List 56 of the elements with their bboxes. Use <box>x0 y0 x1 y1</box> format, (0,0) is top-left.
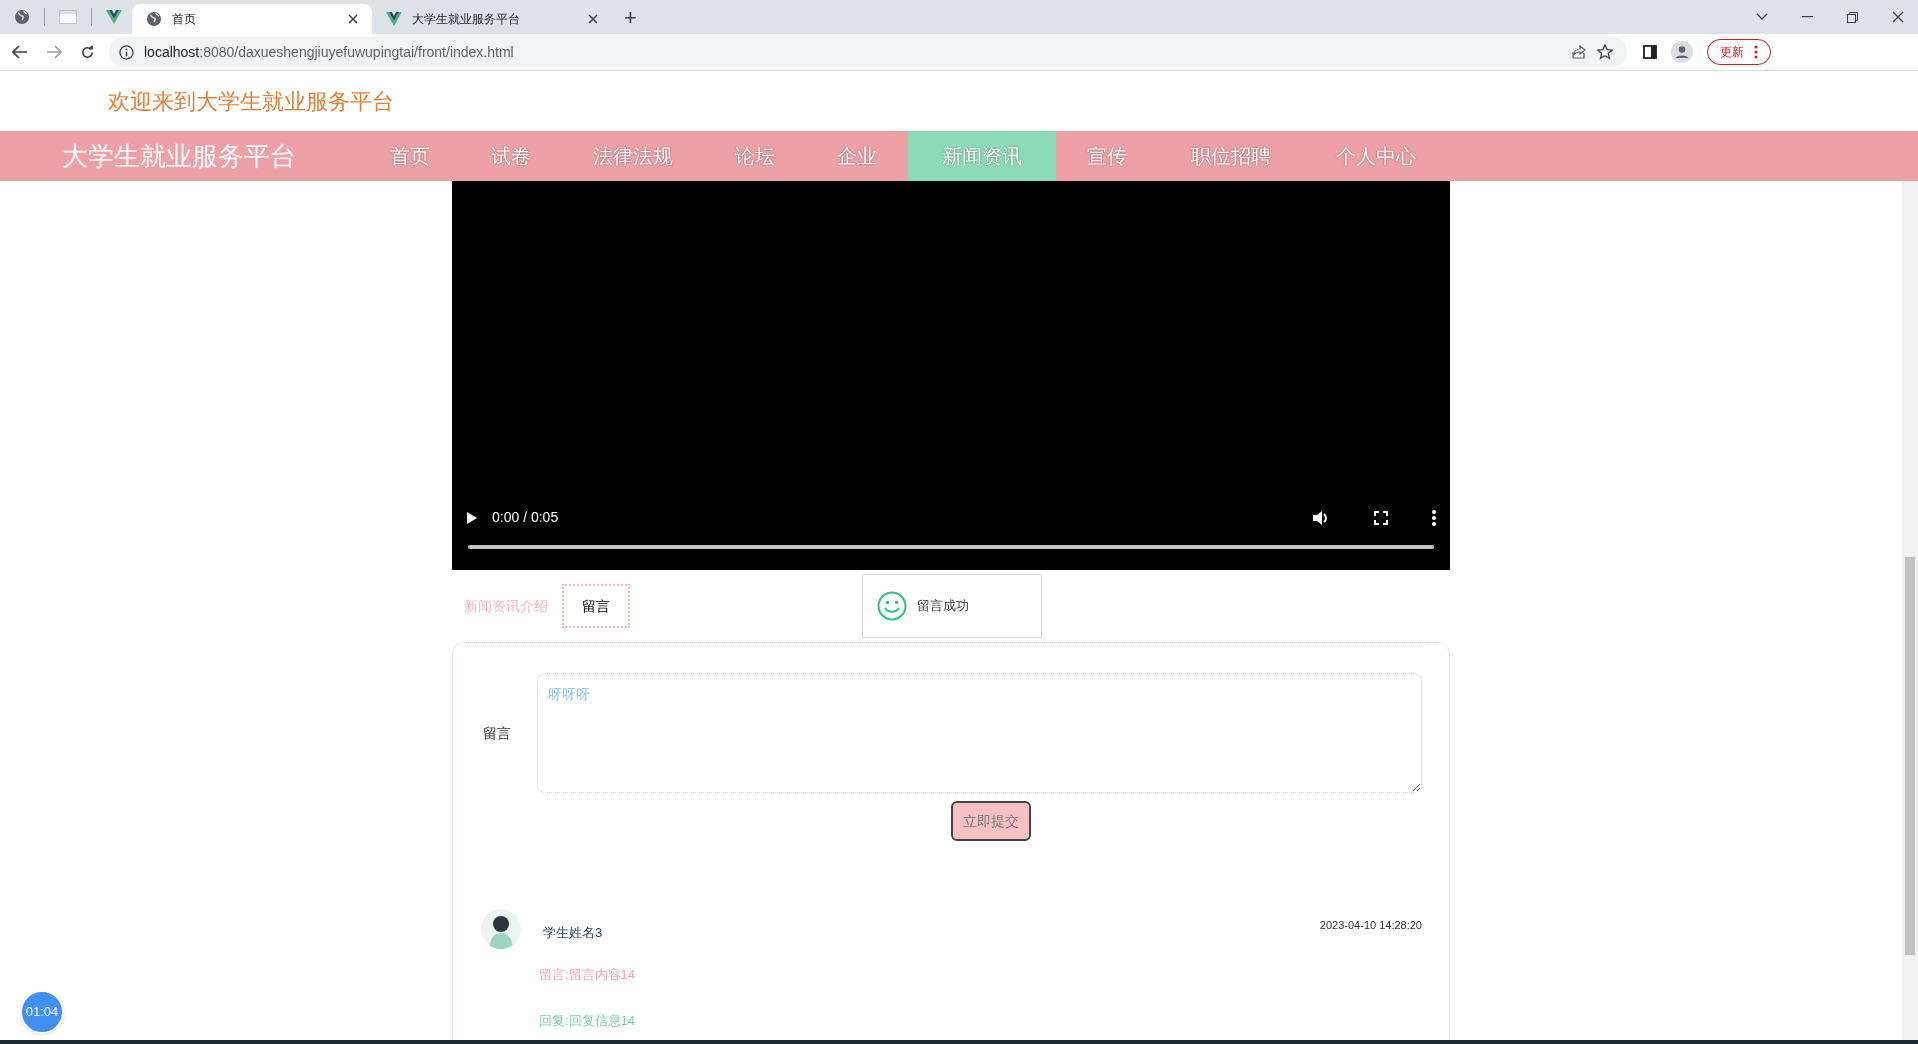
field-label: 留言 <box>483 723 512 743</box>
fullscreen-icon[interactable] <box>1374 510 1388 525</box>
timer-badge: 01:04 <box>20 990 64 1034</box>
more-icon <box>1754 45 1758 59</box>
toast-text: 留言成功 <box>917 597 969 616</box>
site-title: 大学生就业服务平台 <box>61 139 297 173</box>
nav-link[interactable]: 企业 <box>806 131 908 181</box>
video-time: 0:00 / 0:05 <box>492 508 560 527</box>
vue-logo-icon[interactable] <box>106 9 122 25</box>
welcome-text: 欢迎来到大学生就业服务平台 <box>108 87 394 116</box>
nav-link[interactable]: 首页 <box>360 131 460 181</box>
minimize-icon[interactable] <box>1802 16 1813 18</box>
comment-text: 留言:留言内容14 <box>539 966 637 984</box>
close-icon[interactable] <box>1892 11 1904 23</box>
profile-avatar-icon[interactable] <box>1671 41 1693 63</box>
nav-link[interactable]: 宣传 <box>1056 131 1158 181</box>
content-tab[interactable]: 新闻资讯介绍 <box>464 584 548 628</box>
more-options-icon[interactable] <box>1432 509 1436 526</box>
nav-link[interactable]: 法律法规 <box>562 131 704 181</box>
content-tab[interactable]: 留言 <box>562 584 630 628</box>
star-icon[interactable] <box>1597 44 1613 60</box>
url-text: localhost:8080/daxueshengjiuyefuwupingtai/front/index.html <box>144 42 515 62</box>
nav-link[interactable]: 个人中心 <box>1304 131 1448 181</box>
scrollbar-thumb[interactable] <box>1905 557 1915 955</box>
chevron-down-icon[interactable] <box>1756 13 1768 21</box>
globe-icon <box>146 11 162 27</box>
close-icon[interactable] <box>348 14 358 24</box>
tab-title: 大学生就业服务平台 <box>412 11 521 28</box>
new-tab-button[interactable]: + <box>612 4 649 34</box>
close-icon[interactable] <box>588 14 598 24</box>
reply-text: 回复:回复信息14 <box>539 1011 637 1030</box>
play-icon[interactable] <box>466 510 478 525</box>
share-icon[interactable] <box>1571 44 1587 60</box>
commenter-name: 学生姓名3 <box>543 924 604 942</box>
submit-button[interactable]: 立即提交 <box>951 801 1031 841</box>
message-textarea[interactable]: 呀呀呀 <box>537 673 1422 793</box>
smiley-icon <box>877 591 907 621</box>
comment-time: 2023-04-10 14:28:20 <box>1319 918 1422 933</box>
nav-link[interactable]: 论坛 <box>704 131 806 181</box>
globe-icon[interactable] <box>14 9 30 25</box>
nav-link[interactable]: 新闻资讯 <box>908 131 1056 181</box>
back-arrow-icon[interactable] <box>12 45 28 59</box>
info-icon[interactable] <box>119 44 134 60</box>
address-bar[interactable]: localhost:8080/daxueshengjiuyefuwupingtai/front/index.html <box>109 37 1627 67</box>
nav-link[interactable]: 试卷 <box>460 131 562 181</box>
video-player[interactable]: 0:00 / 0:05 <box>452 181 1450 570</box>
tab-title: 首页 <box>172 11 197 28</box>
side-panel-icon[interactable] <box>1643 45 1657 59</box>
browser-tab[interactable]: 首页 <box>132 4 372 34</box>
volume-icon[interactable] <box>1312 509 1330 526</box>
browser-tab[interactable]: 大学生就业服务平台 <box>372 4 612 34</box>
nav-link[interactable]: 职位招聘 <box>1158 131 1304 181</box>
reload-icon[interactable] <box>80 44 95 60</box>
restore-icon[interactable] <box>1847 11 1858 23</box>
forward-arrow-icon[interactable] <box>46 45 62 59</box>
vue-logo-icon <box>386 11 402 27</box>
